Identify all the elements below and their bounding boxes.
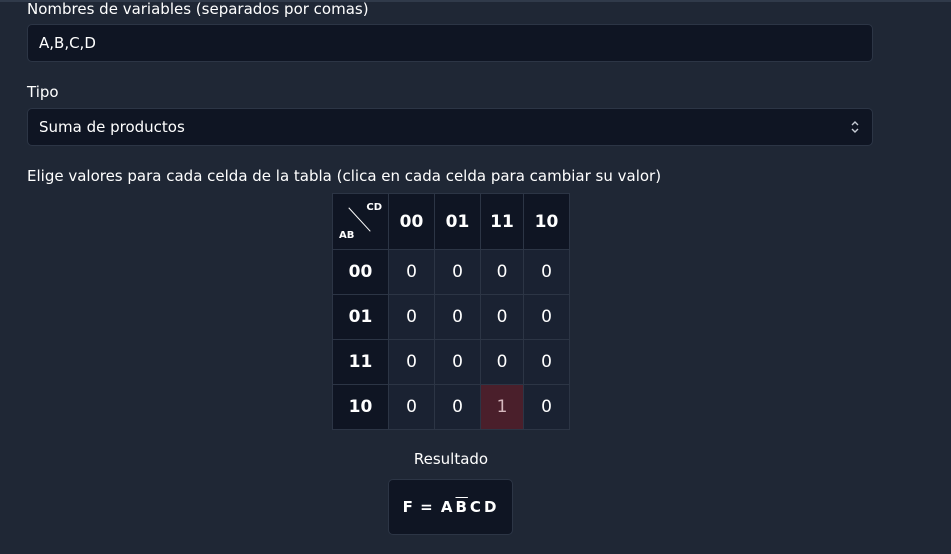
result-title: Resultado [413, 450, 489, 468]
karnaugh-map: CD AB 00 01 11 10 00 0 0 0 0 01 0 0 0 0 … [332, 193, 570, 430]
result-term: D [483, 498, 498, 516]
row-header: 01 [332, 294, 389, 340]
page: Nombres de variables (separados por coma… [0, 0, 951, 554]
kmap-cell[interactable]: 1 [480, 384, 524, 430]
col-header: 00 [388, 193, 435, 250]
result-term: C [469, 498, 482, 516]
kmap-cell[interactable]: 0 [523, 294, 570, 340]
type-label: Tipo [27, 83, 59, 101]
result-term: B [455, 498, 468, 516]
result-expression: F = A B C D [388, 479, 513, 535]
type-select-value: Suma de productos [39, 118, 185, 136]
col-header: 01 [434, 193, 481, 250]
kmap-cell[interactable]: 0 [434, 294, 481, 340]
table-instruction: Elige valores para cada celda de la tabl… [27, 167, 662, 185]
kmap-cell[interactable]: 0 [480, 339, 524, 385]
row-header: 10 [332, 384, 389, 430]
kmap-corner: CD AB [332, 193, 389, 250]
variables-label: Nombres de variables (separados por coma… [27, 0, 369, 18]
type-select[interactable]: Suma de productos [27, 108, 873, 146]
variables-input-value: A,B,C,D [39, 34, 96, 52]
col-header: 10 [523, 193, 570, 250]
col-variables-label: CD [366, 202, 382, 213]
result-prefix: F = [402, 498, 434, 516]
kmap-cell[interactable]: 0 [523, 249, 570, 295]
kmap-cell[interactable]: 0 [434, 249, 481, 295]
variables-input[interactable]: A,B,C,D [27, 24, 873, 62]
kmap-cell[interactable]: 0 [480, 249, 524, 295]
kmap-cell[interactable]: 0 [388, 294, 435, 340]
row-header: 11 [332, 339, 389, 385]
row-variables-label: AB [339, 230, 355, 241]
kmap-cell[interactable]: 0 [434, 384, 481, 430]
kmap-cell[interactable]: 0 [388, 339, 435, 385]
result-term: A [440, 498, 454, 516]
kmap-cell[interactable]: 0 [434, 339, 481, 385]
kmap-cell[interactable]: 0 [523, 384, 570, 430]
kmap-cell[interactable]: 0 [480, 294, 524, 340]
kmap-cell[interactable]: 0 [388, 249, 435, 295]
kmap-cell[interactable]: 0 [388, 384, 435, 430]
chevron-up-down-icon [851, 121, 859, 133]
row-header: 00 [332, 249, 389, 295]
col-header: 11 [480, 193, 524, 250]
kmap-cell[interactable]: 0 [523, 339, 570, 385]
